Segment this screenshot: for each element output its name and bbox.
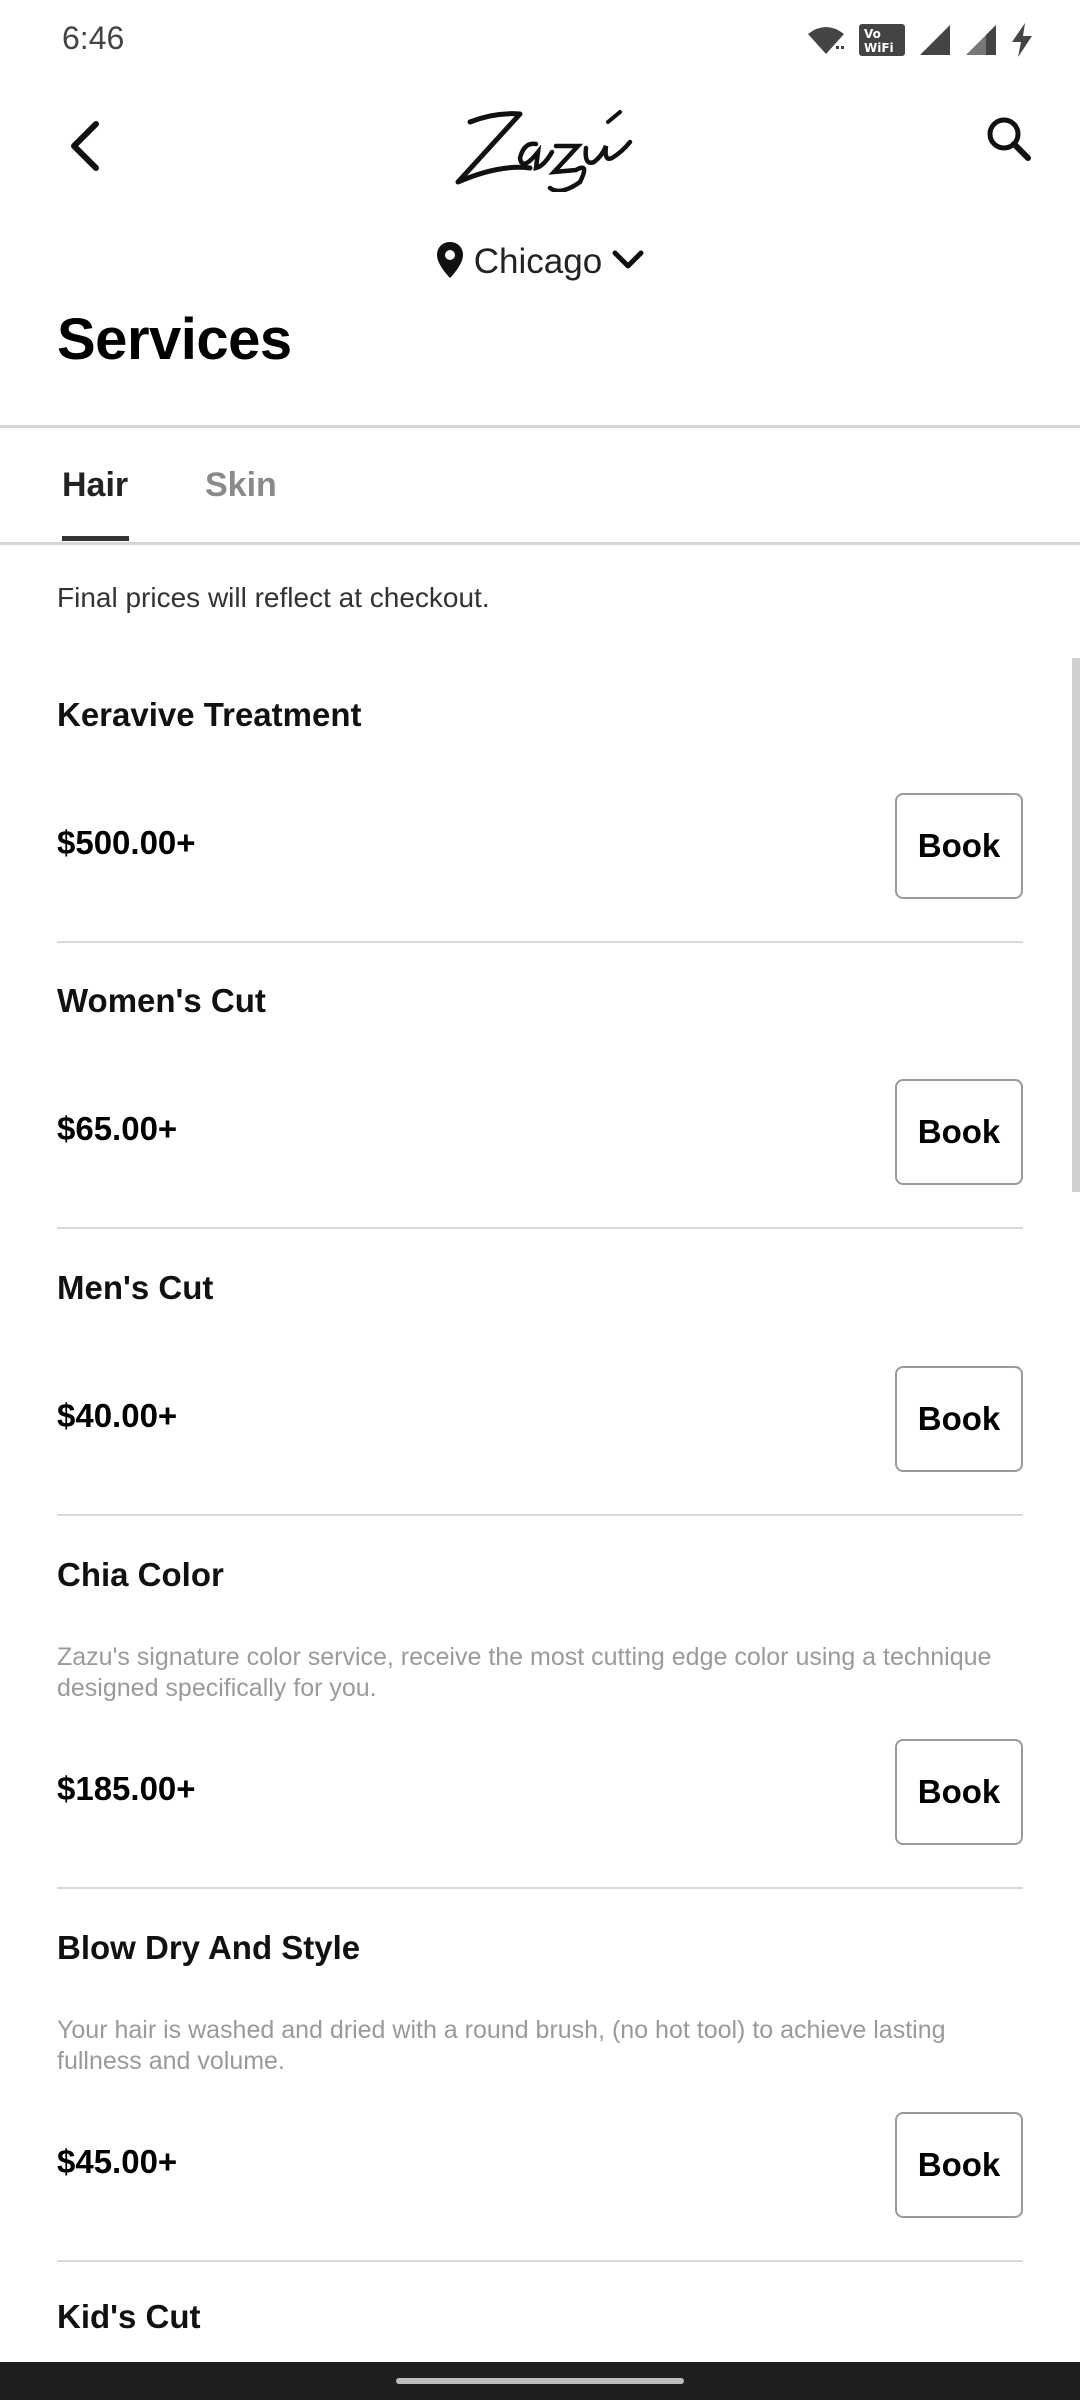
service-name: Chia Color — [57, 1556, 224, 1593]
service-name: Men's Cut — [57, 1269, 214, 1306]
divider — [57, 2260, 1023, 2262]
scrollbar[interactable] — [1072, 658, 1080, 1192]
system-nav-bar — [0, 2362, 1080, 2400]
service-item: Chia Color Zazu's signature color servic… — [57, 1550, 1023, 1890]
service-name: Keravive Treatment — [57, 696, 362, 733]
service-item: Blow Dry And Style Your hair is washed a… — [57, 1923, 1023, 2263]
divider — [57, 1514, 1023, 1516]
search-icon — [986, 116, 1032, 167]
divider — [57, 941, 1023, 943]
book-button[interactable]: Book — [895, 1079, 1023, 1185]
service-item: Keravive Treatment $500.00+ Book — [57, 690, 1023, 944]
service-price: $500.00+ — [57, 824, 196, 861]
service-item: Women's Cut $65.00+ Book — [57, 976, 1023, 1230]
divider — [57, 1887, 1023, 1889]
location-selector[interactable]: Chicago — [0, 232, 1080, 292]
vowifi-icon: Vo WiFi — [858, 23, 906, 57]
tab-skin[interactable]: Skin — [205, 428, 277, 542]
chevron-down-icon — [612, 249, 644, 276]
chevron-left-icon — [66, 120, 106, 177]
status-bar: 6:46 Vo WiFi — [0, 0, 1080, 80]
wifi-icon — [806, 24, 846, 56]
book-button[interactable]: Book — [895, 1366, 1023, 1472]
book-button[interactable]: Book — [895, 1739, 1023, 1845]
service-description: Your hair is washed and dried with a rou… — [57, 2016, 946, 2075]
svg-text:Vo: Vo — [864, 27, 881, 41]
service-name: Kid's Cut — [57, 2298, 201, 2335]
book-button[interactable]: Book — [895, 793, 1023, 899]
back-button[interactable] — [56, 118, 116, 178]
location-pin-icon — [436, 241, 464, 284]
service-item: Men's Cut $40.00+ Book — [57, 1263, 1023, 1517]
brand-logo[interactable] — [440, 82, 640, 194]
pricing-note: Final prices will reflect at checkout. — [57, 582, 490, 613]
signal-icon — [918, 23, 952, 57]
service-item: Kid's Cut — [57, 2296, 1023, 2362]
app-bar — [0, 80, 1080, 220]
divider — [57, 1227, 1023, 1229]
book-button[interactable]: Book — [895, 2112, 1023, 2218]
home-gesture-handle[interactable] — [396, 2378, 684, 2384]
service-price: $185.00+ — [57, 1770, 196, 1807]
service-price: $40.00+ — [57, 1397, 178, 1434]
divider — [0, 542, 1080, 545]
status-icons: Vo WiFi — [806, 20, 1034, 60]
svg-text:WiFi: WiFi — [864, 41, 894, 55]
service-tabs: Hair Skin — [0, 428, 1080, 542]
battery-charging-icon — [1010, 22, 1034, 58]
location-label: Chicago — [473, 242, 603, 281]
service-price: $45.00+ — [57, 2143, 178, 2180]
tab-hair[interactable]: Hair — [62, 428, 128, 542]
signal-icon — [964, 23, 998, 57]
active-tab-indicator — [62, 536, 129, 541]
service-name: Blow Dry And Style — [57, 1929, 361, 1966]
service-description: Zazu's signature color service, receive … — [57, 1643, 992, 1702]
status-time: 6:46 — [62, 20, 125, 56]
search-button[interactable] — [974, 106, 1044, 176]
service-name: Women's Cut — [57, 982, 266, 1019]
page-title: Services — [57, 307, 292, 372]
service-price: $65.00+ — [57, 1110, 178, 1147]
